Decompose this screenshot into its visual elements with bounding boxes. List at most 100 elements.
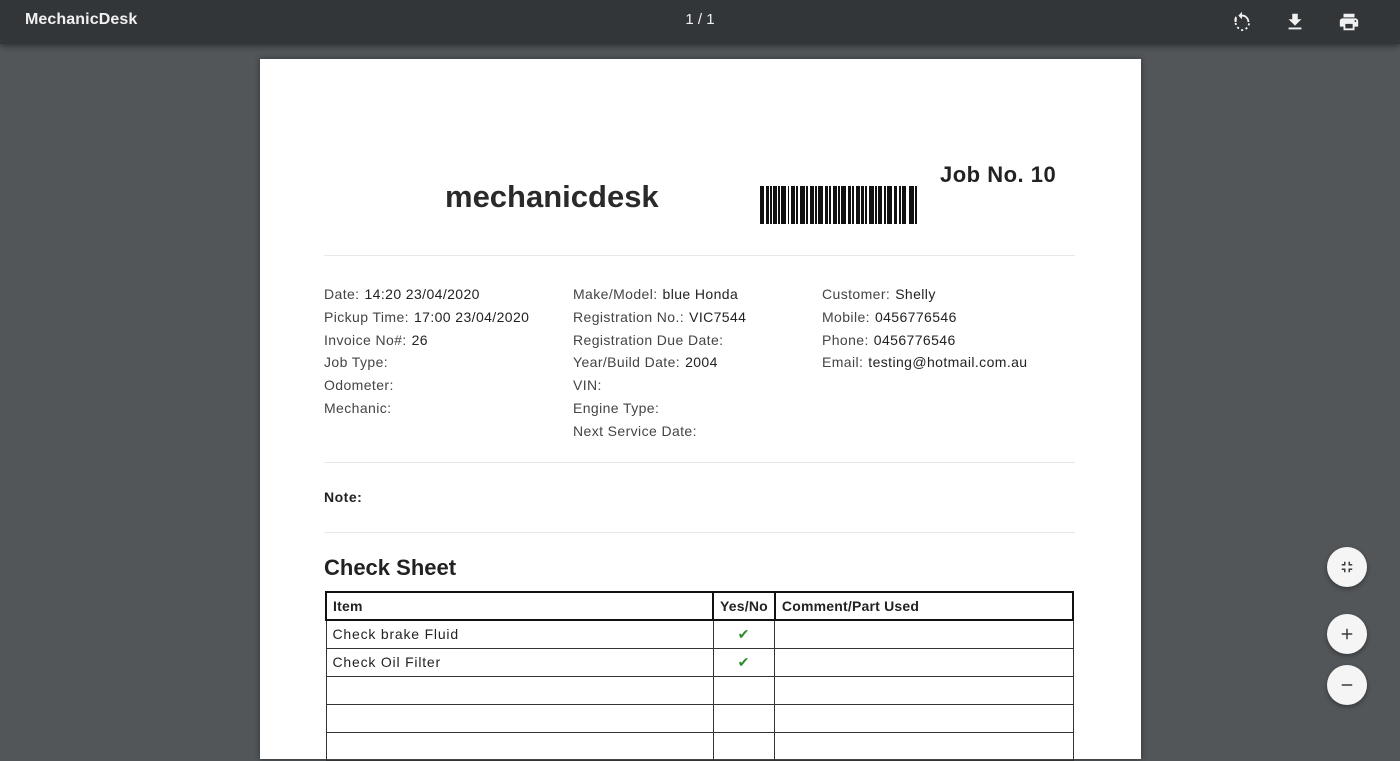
job-info-row: Pickup Time: 17:00 23/04/2020 [324,306,529,329]
barcode-bar [899,186,901,224]
barcode-bar [796,186,798,224]
customer-info-row: Email: testing@hotmail.com.au [822,351,1028,374]
barcode-bar [773,186,777,224]
barcode-bar [800,186,805,224]
barcode-bar [781,186,786,224]
field-value: 17:00 23/04/2020 [413,308,530,325]
rotate-button[interactable] [1226,6,1258,38]
print-icon [1339,13,1359,31]
field-value: 26 [411,331,428,348]
job-barcode [760,186,917,224]
app-title: MechanicDesk [25,11,138,28]
field-label: Odometer: [324,377,394,394]
barcode-bar [791,186,795,224]
barcode-bar [841,186,846,224]
vehicle-info-row: VIN: [573,374,746,397]
barcode-bar [825,186,828,224]
field-value: 14:20 23/04/2020 [364,286,480,302]
field-label: Registration Due Date: [573,331,724,348]
barcode-bar [878,186,882,224]
barcode-bar [894,186,897,224]
field-value: Shelly [895,286,936,302]
field-label: Next Service Date: [573,422,697,439]
job-info-row: Invoice No#: 26 [324,329,529,352]
barcode-bar [848,186,851,224]
barcode-bar [902,186,906,224]
table-row: Check Oil Filter ✔ [325,647,1074,677]
field-label: Email: [822,354,864,371]
barcode-bar [760,186,764,224]
cell-yes-no: ✔ [712,619,776,649]
column-header-item: Item [325,591,714,621]
cell-item [325,731,714,761]
barcode-bar [852,186,854,224]
cell-yes-no [712,703,776,733]
barcode-bar [766,186,769,224]
cell-item: Check brake Fluid [325,619,714,649]
field-value: 0456776546 [874,308,957,325]
table-row [325,675,1074,705]
barcode-bar [788,186,789,224]
job-info-row: Date: 14:20 23/04/2020 [324,283,529,306]
barcode-bar [875,186,877,224]
viewer-toolbar: MechanicDesk 1 / 1 [0,0,1400,44]
table-row [325,703,1074,733]
print-button[interactable] [1333,6,1365,38]
job-info-row: Mechanic: [324,397,529,420]
field-label: Job Type: [324,354,389,371]
field-label: Pickup Time: [324,308,409,325]
table-header-row: Item Yes/No Comment/Part Used [325,591,1075,621]
job-number: Job No. 10 [940,162,1057,187]
barcode-bar [869,186,874,224]
barcode-bar [909,186,914,224]
pdf-page: mechanicdesk Job No. 10 Date: 14:20 23/04… [260,59,1141,761]
field-label: Make/Model: [573,286,658,302]
barcode-bar [778,186,780,224]
field-label: Phone: [822,331,869,348]
barcode-bar [838,186,840,224]
table-row [325,731,1074,761]
barcode-bar [833,186,837,224]
check-sheet-table: Item Yes/No Comment/Part Used Check brak… [325,591,1075,761]
field-label: VIN: [573,377,602,394]
vehicle-info-row: Engine Type: [573,397,746,420]
cell-comment [774,619,1074,649]
cell-item: Check Oil Filter [325,647,714,677]
customer-info-row: Phone: 0456776546 [822,329,1028,352]
field-value: 2004 [685,354,718,371]
barcode-bar [915,186,917,224]
barcode-bar [829,186,831,224]
customer-info-row: Customer: Shelly [822,283,1028,306]
barcode-bar [856,186,860,224]
rotate-icon [1234,11,1250,32]
download-button[interactable] [1279,6,1311,38]
job-info-row: Job Type: [324,351,529,374]
cell-yes-no: ✔ [712,647,776,677]
field-value: 0456776546 [873,331,956,348]
barcode-bar [770,186,772,224]
cell-comment [774,675,1074,705]
barcode-bar [815,186,817,224]
vehicle-info-row: Registration No.: VIC7544 [573,306,746,329]
customer-info-column: Customer: Shelly Mobile: 0456776546 Phone: 04… [822,283,1028,374]
vehicle-info-column: Make/Model: blue Honda Registration No.: VI… [573,283,746,443]
barcode-bar [818,186,823,224]
barcode-bar [884,186,886,224]
fit-page-button[interactable] [1327,547,1367,587]
zoom-out-button[interactable] [1327,665,1367,705]
vehicle-info-row: Year/Build Date: 2004 [573,351,746,374]
field-label: Engine Type: [573,399,660,416]
cell-yes-no [712,675,776,705]
field-label: Date: [324,286,360,302]
page-indicator: 1 / 1 [685,11,715,28]
table-row: Check brake Fluid ✔ [325,619,1074,649]
field-label: Year/Build Date: [573,354,681,371]
brand-logo-text: mechanicdesk [445,179,659,214]
zoom-in-button[interactable] [1327,614,1367,654]
customer-info-row: Mobile: 0456776546 [822,306,1028,329]
barcode-bar [865,186,867,224]
barcode-bar [861,186,864,224]
column-header-yes-no: Yes/No [712,591,776,621]
divider [324,462,1075,463]
vehicle-info-row: Make/Model: blue Honda [573,283,746,306]
